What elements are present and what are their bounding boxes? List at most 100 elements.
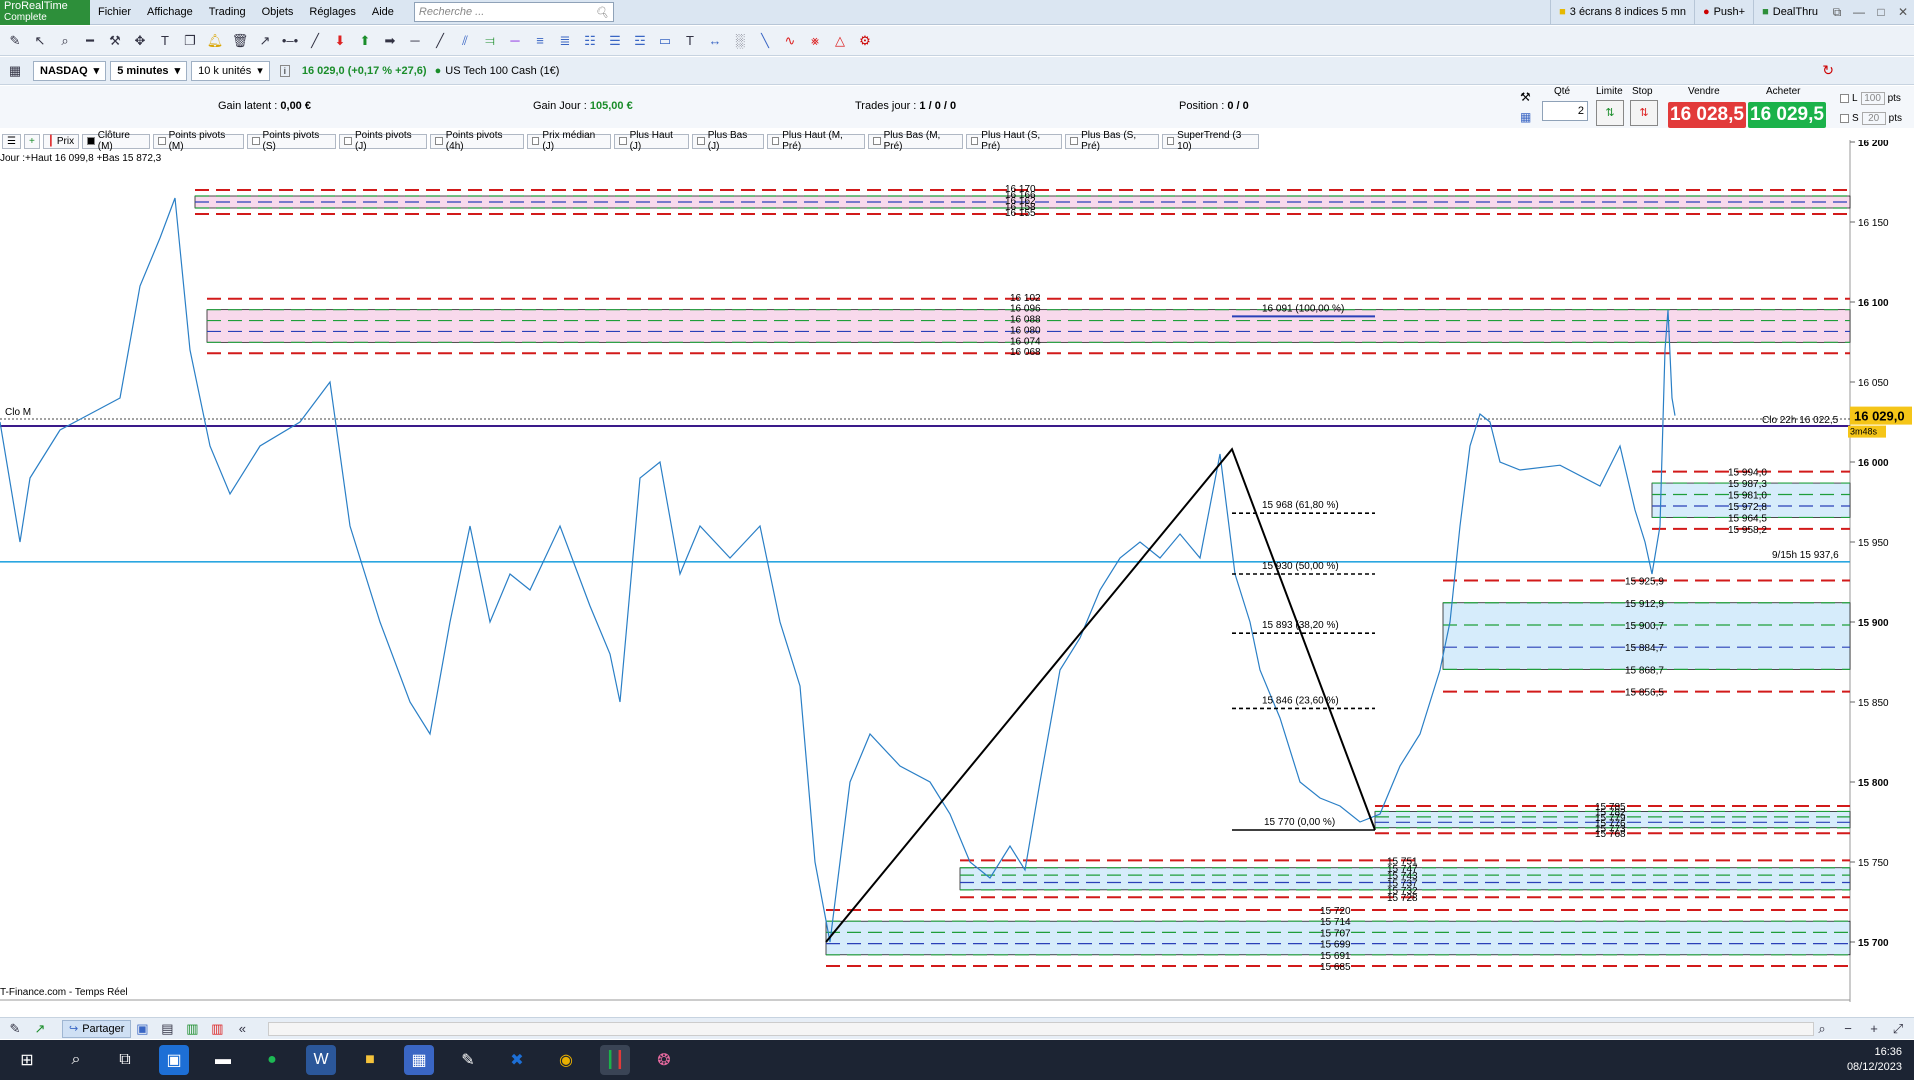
xtb-icon[interactable]: ✖	[502, 1045, 532, 1075]
stop-order-button[interactable]: ⇅	[1630, 100, 1658, 126]
indicator-prix[interactable]: ┃ Prix	[42, 133, 80, 149]
trash-icon[interactable]: 🗑︎	[229, 30, 251, 52]
restore-icon[interactable]: ⧉	[1826, 5, 1848, 20]
search-input[interactable]: Recherche ...	[419, 6, 595, 18]
s-checkbox[interactable]	[1840, 113, 1849, 123]
copy-icon[interactable]: ❐	[179, 30, 201, 52]
indicator-cloture-m[interactable]: Clôture (M)	[82, 130, 150, 152]
horizontal-line-icon[interactable]: ─	[404, 30, 426, 52]
remove-chart-icon[interactable]: ▥	[206, 1018, 228, 1040]
menu-fichier[interactable]: Fichier	[90, 6, 139, 18]
share-button[interactable]: ↪ Partager	[62, 1019, 132, 1038]
prorealtime-taskbar-icon[interactable]: ┃ ┃	[600, 1045, 630, 1075]
draw-mode-icon[interactable]: ✎	[4, 1018, 26, 1040]
paint-icon[interactable]: ✎	[453, 1045, 483, 1075]
horizontal-scrollbar[interactable]	[268, 1021, 1814, 1036]
add-chart-icon[interactable]: ▥	[181, 1018, 203, 1040]
l-input[interactable]: 100	[1860, 91, 1885, 105]
monitor-app-icon[interactable]: ▣	[159, 1045, 189, 1075]
text-box-icon[interactable]: T	[679, 30, 701, 52]
indicator-pivots-m[interactable]: Points pivots (M)	[152, 130, 244, 152]
text-icon[interactable]: T	[154, 30, 176, 52]
zoom-fit-icon[interactable]: ⌕	[1811, 1018, 1833, 1040]
game-icon[interactable]: ❂	[649, 1045, 679, 1075]
zoom-out-icon[interactable]: −	[1837, 1018, 1859, 1040]
units-select[interactable]: 10 k unités ▾	[191, 60, 270, 81]
indicator-add[interactable]: +	[23, 133, 40, 149]
triangle-icon[interactable]: △	[829, 30, 851, 52]
buy-button[interactable]: 16 029,5	[1748, 102, 1826, 128]
s-input[interactable]: 20	[1861, 111, 1886, 125]
screener-icon[interactable]: ▤	[156, 1018, 178, 1040]
pattern-icon[interactable]: ╲	[754, 30, 776, 52]
search-box[interactable]: Recherche ... 🔍︎	[413, 2, 614, 22]
indicator-plus-bas-m[interactable]: Plus Bas (M, Pré)	[867, 130, 963, 152]
taskbar-search-icon[interactable]: ⌕	[61, 1045, 91, 1075]
move-icon[interactable]: ✥	[129, 30, 151, 52]
sell-button[interactable]: 16 028,5	[1668, 102, 1746, 128]
qty-input[interactable]: 2	[1542, 101, 1588, 121]
arrow-up-icon[interactable]: ⬆	[354, 30, 376, 52]
menu-objets[interactable]: Objets	[254, 6, 302, 18]
push-button[interactable]: ● Push+	[1693, 0, 1753, 25]
indicator-pivots-s[interactable]: Points pivots (S)	[246, 130, 337, 152]
trendline-icon[interactable]: ╱	[429, 30, 451, 52]
ruler-icon[interactable]: ━	[79, 30, 101, 52]
fib-arc-icon[interactable]: ☷	[579, 30, 601, 52]
resize-icon[interactable]: ⤢	[1887, 1018, 1909, 1040]
menu-affichage[interactable]: Affichage	[139, 6, 201, 18]
fibonacci-icon[interactable]: ≡	[529, 30, 551, 52]
line-icon[interactable]: ╱	[304, 30, 326, 52]
settings-gear-icon[interactable]: ⚙	[854, 30, 876, 52]
chrome-icon[interactable]: ◉	[551, 1045, 581, 1075]
l-checkbox[interactable]	[1840, 93, 1849, 103]
indicator-pivots-4h[interactable]: Points pivots (4h)	[430, 130, 524, 152]
zoom-in-icon[interactable]: +	[1863, 1018, 1885, 1040]
fib-fan-icon[interactable]: ≣	[554, 30, 576, 52]
segment-icon[interactable]: •–•	[279, 30, 301, 52]
limit-order-button[interactable]: ⇅	[1596, 100, 1624, 126]
search-icon[interactable]: 🔍︎	[595, 6, 609, 19]
arrow-line-icon[interactable]: ↗	[254, 30, 276, 52]
exchange-select[interactable]: NASDAQ ▾	[33, 60, 107, 81]
indicator-plus-bas-j[interactable]: Plus Bas (J)	[692, 130, 764, 152]
close-icon[interactable]: ✕	[1892, 5, 1914, 19]
timeframe-select[interactable]: 5 minutes ▾	[110, 60, 188, 81]
menu-aide[interactable]: Aide	[364, 6, 402, 18]
arrow-right-icon[interactable]: ➡	[379, 30, 401, 52]
wave-icon[interactable]: ∿	[779, 30, 801, 52]
menu-reglages[interactable]: Réglages	[301, 6, 363, 18]
harmonic-icon[interactable]: ⨳	[804, 30, 826, 52]
indicator-plus-haut-m[interactable]: Plus Haut (M, Pré)	[766, 130, 865, 152]
fib-time-icon[interactable]: ☰	[604, 30, 626, 52]
windows-start-icon[interactable]: ⊞	[12, 1045, 42, 1075]
maximize-icon[interactable]: □	[1870, 5, 1892, 19]
price-chart[interactable]: 16 200 16 150 16 100 16 050 16 000 15 950 15 9…	[0, 140, 1914, 1002]
spotify-icon[interactable]: ●	[257, 1045, 287, 1075]
word-icon[interactable]: W	[306, 1045, 336, 1075]
arrow-down-icon[interactable]: ⬇	[329, 30, 351, 52]
dealthru-button[interactable]: ■ DealThru	[1753, 0, 1826, 25]
layout-selector[interactable]: ■ 3 écrans 8 indices 5 mn	[1550, 0, 1694, 25]
ray-icon[interactable]: ─	[504, 30, 526, 52]
indicator-settings[interactable]: ☰	[2, 133, 21, 149]
minimize-icon[interactable]: —	[1848, 5, 1870, 19]
cursor-icon[interactable]: ↖	[29, 30, 51, 52]
calculator-icon[interactable]: ▦	[404, 1045, 434, 1075]
chat-icon[interactable]: ▣	[131, 1018, 153, 1040]
order-tools-icon[interactable]: ⚒	[1520, 90, 1531, 104]
refresh-icon[interactable]: ↻	[1822, 62, 1834, 79]
pencil-icon[interactable]: ✎	[4, 30, 26, 52]
indicator-plus-haut-s[interactable]: Plus Haut (S, Pré)	[965, 130, 1063, 152]
indicator-plus-haut-j[interactable]: Plus Haut (J)	[613, 130, 690, 152]
indicator-supertrend[interactable]: SuperTrend (3 10)	[1161, 130, 1259, 152]
measure-icon[interactable]: ↔	[704, 30, 726, 52]
indicator-plus-bas-s[interactable]: Plus Bas (S, Pré)	[1065, 130, 1159, 152]
task-view-icon[interactable]: ⧉	[110, 1045, 140, 1075]
channel-icon[interactable]: ⫽	[454, 30, 476, 52]
fork-icon[interactable]: ⫤	[479, 30, 501, 52]
tools-icon[interactable]: ⚒	[104, 30, 126, 52]
grid-icon[interactable]: ▦	[4, 60, 26, 82]
alert-bell-icon[interactable]: 🔔︎	[204, 30, 226, 52]
rewind-icon[interactable]: «	[231, 1018, 253, 1040]
